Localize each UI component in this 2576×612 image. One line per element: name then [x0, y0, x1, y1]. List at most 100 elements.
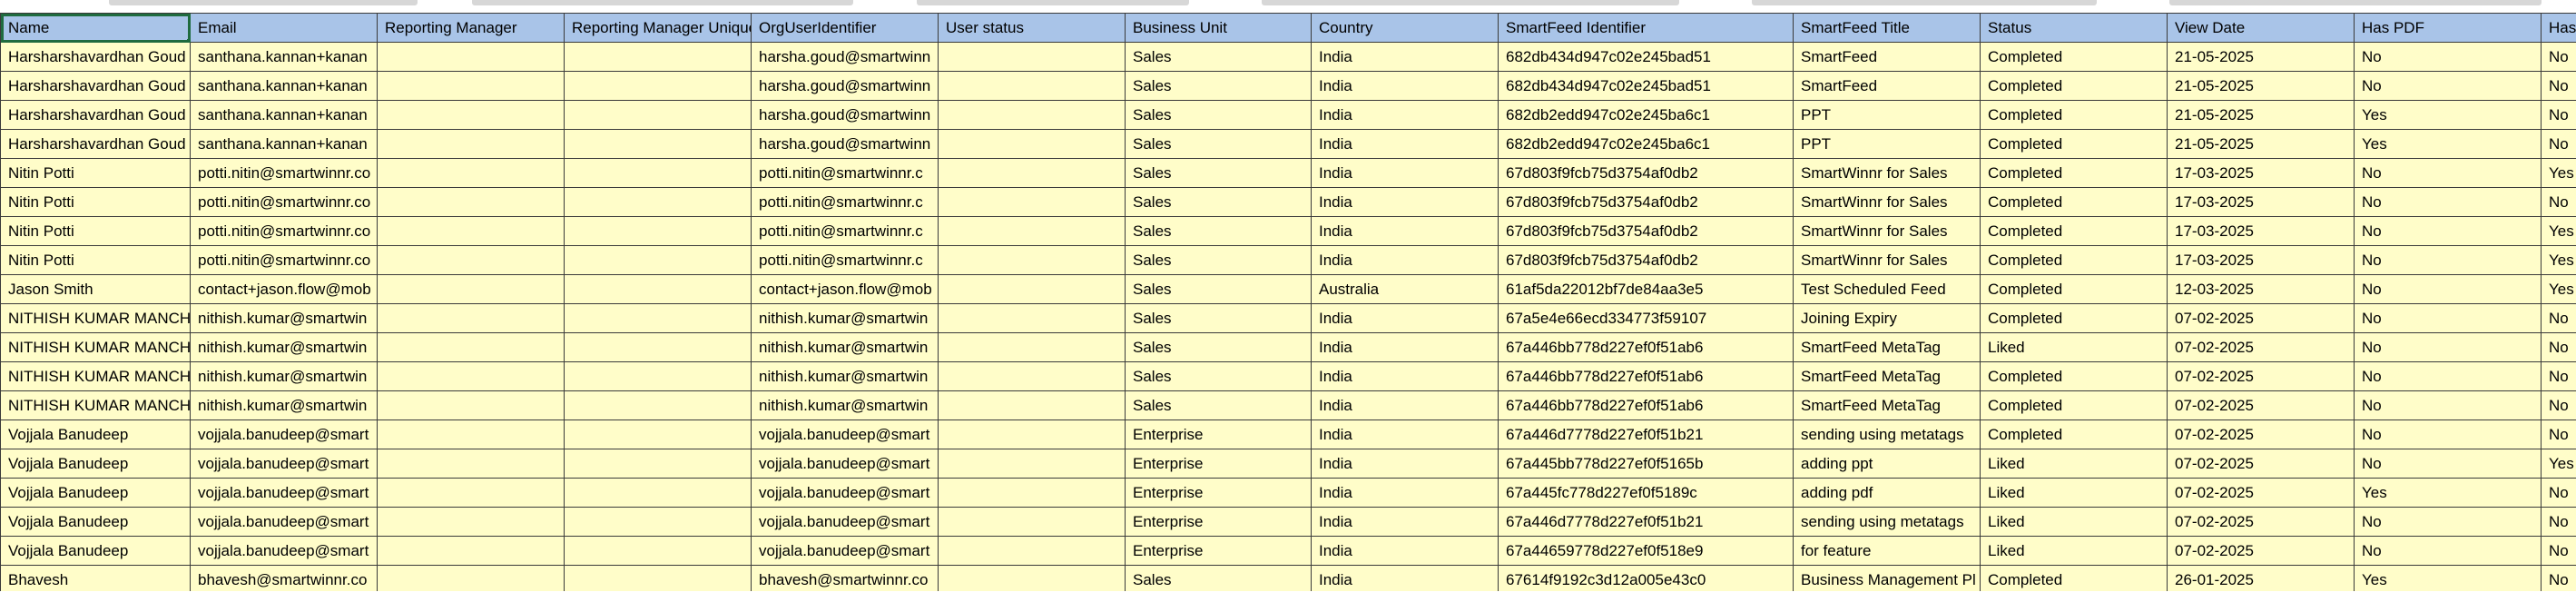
table-cell[interactable]: [938, 332, 1126, 362]
table-cell[interactable]: [377, 303, 565, 333]
table-cell[interactable]: Harsharshavardhan Goud: [0, 100, 191, 130]
table-cell[interactable]: Completed: [1980, 565, 2168, 595]
table-cell[interactable]: India: [1311, 245, 1499, 275]
table-cell[interactable]: 07-02-2025: [2167, 507, 2355, 537]
table-cell[interactable]: [938, 129, 1126, 159]
table-cell[interactable]: sending using metatags: [1793, 507, 1981, 537]
table-cell[interactable]: Australia: [1311, 274, 1499, 304]
table-cell[interactable]: Completed: [1980, 274, 2168, 304]
table-cell[interactable]: Nitin Potti: [0, 245, 191, 275]
table-cell[interactable]: 67d803f9fcb75d3754af0db2: [1498, 158, 1794, 188]
view-date-column-header[interactable]: View Date: [2167, 13, 2355, 43]
table-cell[interactable]: India: [1311, 187, 1499, 217]
table-cell[interactable]: Sales: [1125, 129, 1312, 159]
table-cell[interactable]: India: [1311, 332, 1499, 362]
table-cell[interactable]: 67a445fc778d227ef0f5189c: [1498, 478, 1794, 508]
table-cell[interactable]: 67a446bb778d227ef0f51ab6: [1498, 332, 1794, 362]
table-cell[interactable]: 61af5da22012bf7de84aa3e5: [1498, 274, 1794, 304]
table-cell[interactable]: [564, 303, 752, 333]
table-cell[interactable]: [564, 71, 752, 101]
table-cell[interactable]: Harsharshavardhan Goud: [0, 71, 191, 101]
table-cell[interactable]: 17-03-2025: [2167, 245, 2355, 275]
country-column-header[interactable]: Country: [1311, 13, 1499, 43]
table-cell[interactable]: [564, 361, 752, 391]
table-cell[interactable]: SmartWinnr for Sales: [1793, 216, 1981, 246]
table-cell[interactable]: No: [2354, 390, 2542, 420]
table-cell[interactable]: India: [1311, 390, 1499, 420]
table-cell[interactable]: vojjala.banudeep@smart: [190, 507, 378, 537]
table-cell[interactable]: Harsharshavardhan Goud: [0, 42, 191, 72]
table-cell[interactable]: potti.nitin@smartwinnr.c: [751, 216, 939, 246]
table-cell[interactable]: vojjala.banudeep@smart: [751, 536, 939, 566]
table-cell[interactable]: Yes: [2541, 274, 2576, 304]
table-cell[interactable]: NITHISH KUMAR MANCH: [0, 361, 191, 391]
table-cell[interactable]: India: [1311, 303, 1499, 333]
table-cell[interactable]: Yes: [2541, 158, 2576, 188]
table-cell[interactable]: vojjala.banudeep@smart: [190, 536, 378, 566]
table-cell[interactable]: India: [1311, 216, 1499, 246]
table-cell[interactable]: Enterprise: [1125, 420, 1312, 449]
table-cell[interactable]: Vojjala Banudeep: [0, 420, 191, 449]
table-cell[interactable]: 682db2edd947c02e245ba6c1: [1498, 129, 1794, 159]
table-cell[interactable]: 26-01-2025: [2167, 565, 2355, 595]
table-cell[interactable]: No: [2354, 449, 2542, 479]
table-cell[interactable]: No: [2354, 158, 2542, 188]
table-cell[interactable]: 682db2edd947c02e245ba6c1: [1498, 100, 1794, 130]
table-cell[interactable]: Liked: [1980, 507, 2168, 537]
table-cell[interactable]: No: [2354, 216, 2542, 246]
table-cell[interactable]: potti.nitin@smartwinnr.c: [751, 245, 939, 275]
table-cell[interactable]: potti.nitin@smartwinnr.co: [190, 245, 378, 275]
table-cell[interactable]: Enterprise: [1125, 449, 1312, 479]
table-cell[interactable]: bhavesh@smartwinnr.co: [751, 565, 939, 595]
table-cell[interactable]: India: [1311, 158, 1499, 188]
table-cell[interactable]: [938, 449, 1126, 479]
table-cell[interactable]: [377, 536, 565, 566]
table-cell[interactable]: 21-05-2025: [2167, 71, 2355, 101]
table-cell[interactable]: No: [2354, 361, 2542, 391]
table-cell[interactable]: No: [2354, 42, 2542, 72]
table-cell[interactable]: SmartWinnr for Sales: [1793, 245, 1981, 275]
table-cell[interactable]: 67a44659778d227ef0f518e9: [1498, 536, 1794, 566]
table-cell[interactable]: India: [1311, 449, 1499, 479]
table-cell[interactable]: Yes: [2354, 129, 2542, 159]
table-cell[interactable]: [377, 420, 565, 449]
table-cell[interactable]: nithish.kumar@smartwin: [190, 332, 378, 362]
table-cell[interactable]: Nitin Potti: [0, 216, 191, 246]
table-cell[interactable]: 07-02-2025: [2167, 390, 2355, 420]
table-cell[interactable]: [377, 274, 565, 304]
table-cell[interactable]: 07-02-2025: [2167, 303, 2355, 333]
table-cell[interactable]: vojjala.banudeep@smart: [751, 449, 939, 479]
table-cell[interactable]: No: [2354, 332, 2542, 362]
table-cell[interactable]: [564, 274, 752, 304]
table-cell[interactable]: [564, 565, 752, 595]
table-cell[interactable]: Sales: [1125, 274, 1312, 304]
table-cell[interactable]: 67a446d7778d227ef0f51b21: [1498, 507, 1794, 537]
has-column-header[interactable]: Has: [2541, 13, 2576, 43]
table-cell[interactable]: [938, 565, 1126, 595]
table-cell[interactable]: [377, 100, 565, 130]
table-cell[interactable]: [564, 332, 752, 362]
table-cell[interactable]: 682db434d947c02e245bad51: [1498, 42, 1794, 72]
table-cell[interactable]: No: [2354, 245, 2542, 275]
table-cell[interactable]: [377, 390, 565, 420]
table-cell[interactable]: 67d803f9fcb75d3754af0db2: [1498, 187, 1794, 217]
table-cell[interactable]: for feature: [1793, 536, 1981, 566]
table-cell[interactable]: SmartFeed: [1793, 71, 1981, 101]
table-cell[interactable]: sending using metatags: [1793, 420, 1981, 449]
table-cell[interactable]: SmartFeed MetaTag: [1793, 390, 1981, 420]
table-cell[interactable]: 67614f9192c3d12a005e43c0: [1498, 565, 1794, 595]
table-cell[interactable]: bhavesh@smartwinnr.co: [190, 565, 378, 595]
table-cell[interactable]: Sales: [1125, 158, 1312, 188]
table-cell[interactable]: [564, 478, 752, 508]
table-cell[interactable]: [938, 303, 1126, 333]
table-cell[interactable]: 67a5e4e66ecd334773f59107: [1498, 303, 1794, 333]
table-cell[interactable]: PPT: [1793, 100, 1981, 130]
table-cell[interactable]: Yes: [2354, 565, 2542, 595]
table-cell[interactable]: Liked: [1980, 332, 2168, 362]
table-cell[interactable]: Test Scheduled Feed: [1793, 274, 1981, 304]
table-cell[interactable]: [938, 478, 1126, 508]
table-cell[interactable]: [377, 71, 565, 101]
table-cell[interactable]: [377, 478, 565, 508]
table-cell[interactable]: Liked: [1980, 449, 2168, 479]
table-cell[interactable]: Completed: [1980, 216, 2168, 246]
